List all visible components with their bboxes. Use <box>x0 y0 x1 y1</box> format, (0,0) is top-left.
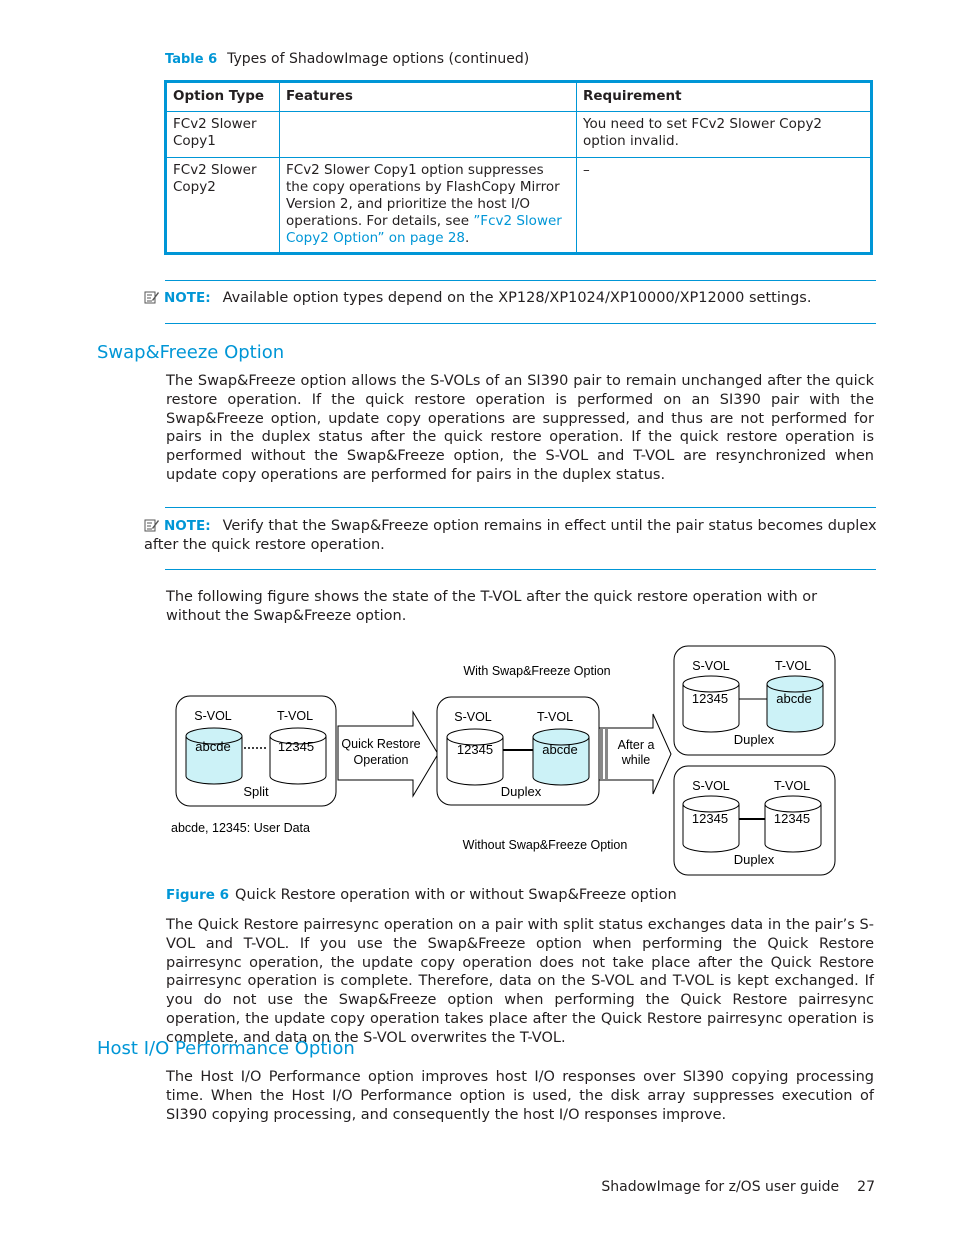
paragraph-swap-freeze: The Swap&Freeze option allows the S-VOLs… <box>166 373 874 483</box>
note-rule-top <box>165 280 876 281</box>
arrow1-line1: Quick Restore <box>341 737 420 751</box>
note-text: Verify that the Swap&Freeze option remai… <box>144 518 877 553</box>
arrow2-line2: while <box>621 753 651 767</box>
note-icon <box>144 518 160 532</box>
cell-requirement: – <box>576 157 872 254</box>
paragraph-quick-restore: The Quick Restore pairresync operation o… <box>166 917 874 1046</box>
split-box: S-VOL T-VOL abcde 12345 Split <box>175 695 337 807</box>
table-caption-label: Table 6 <box>165 52 218 67</box>
diagram-svg: S-VOL T-VOL abcde 12345 Split Quick Rest… <box>171 645 836 876</box>
tvol-data: 12345 <box>278 739 314 754</box>
note-label: NOTE: <box>164 290 211 306</box>
table-caption: Table 6 Types of ShadowImage options (con… <box>165 51 529 67</box>
note-label: NOTE: <box>164 518 211 534</box>
with-status: Duplex <box>734 732 775 747</box>
table-row: FCv2 Slower Copy1 You need to set FCv2 S… <box>165 111 872 158</box>
arrow1-line2: Operation <box>354 753 409 767</box>
note-verify-swap-freeze: NOTE: Verify that the Swap&Freeze option … <box>144 517 879 555</box>
duplex-box: S-VOL T-VOL 12345 abcde Duplex <box>436 696 600 806</box>
tvol-label: T-VOL <box>775 659 811 673</box>
tvol-data: abcde <box>776 691 811 706</box>
cell-requirement: You need to set FCv2 Slower Copy2 option… <box>576 111 872 158</box>
tvol-label: T-VOL <box>774 779 810 793</box>
user-data-legend: abcde, 12345: User Data <box>171 821 310 835</box>
tvol-cylinder-icon <box>269 727 327 785</box>
footer-title: ShadowImage for z/OS user guide <box>601 1179 840 1195</box>
svol-label: S-VOL <box>692 779 730 793</box>
heading-host-io-performance-option: Host I/O Performance Option <box>97 1038 355 1059</box>
tvol-label: T-VOL <box>537 710 573 724</box>
features-tail: . <box>465 230 470 246</box>
svol-data: abcde <box>195 739 230 754</box>
figure-caption-text: Quick Restore operation with or without … <box>235 887 677 903</box>
figure-caption-label: Figure 6 <box>166 887 230 903</box>
header-features: Features <box>279 81 577 112</box>
svol-cylinder-icon <box>185 727 243 785</box>
figure-quick-restore-diagram: S-VOL T-VOL abcde 12345 Split Quick Rest… <box>165 640 845 885</box>
quick-restore-arrow: Quick Restore Operation <box>337 710 439 798</box>
note-icon <box>144 290 160 304</box>
heading-swap-freeze-option: Swap&Freeze Option <box>97 342 285 363</box>
svol-cylinder-icon <box>446 728 504 786</box>
with-swap-freeze-box: S-VOL T-VOL 12345 abcde Duplex <box>673 645 836 756</box>
split-status: Split <box>243 784 269 799</box>
note-text: Available option types depend on the XP1… <box>222 290 812 306</box>
figure-caption: Figure 6 Quick Restore operation with or … <box>166 887 677 903</box>
tvol-data: 12345 <box>774 811 810 826</box>
options-table: Option Type Features Requirement FCv2 Sl… <box>164 80 873 255</box>
paragraph-host-io: The Host I/O Performance option improves… <box>166 1069 874 1123</box>
with-swap-freeze-label: With Swap&Freeze Option <box>463 664 610 678</box>
cell-features <box>279 111 577 158</box>
page-footer: ShadowImage for z/OS user guide 27 <box>601 1179 875 1195</box>
svol-label: S-VOL <box>454 710 492 724</box>
tvol-data: abcde <box>542 742 577 757</box>
note-rule-top <box>165 507 876 508</box>
after-a-while-arrow: After a while <box>598 713 672 795</box>
svol-label: S-VOL <box>194 709 232 723</box>
arrow2-line1: After a <box>618 738 655 752</box>
note-available-options: NOTE: Available option types depend on th… <box>144 289 879 308</box>
table-caption-text: Types of ShadowImage options (continued) <box>227 51 530 67</box>
note-rule-bottom <box>165 323 876 324</box>
without-swap-freeze-label: Without Swap&Freeze Option <box>463 838 628 852</box>
duplex-status: Duplex <box>501 784 542 799</box>
cell-option-type: FCv2 Slower Copy1 <box>165 111 280 158</box>
svol-data: 12345 <box>692 691 728 706</box>
cell-features: FCv2 Slower Copy1 option suppresses the … <box>279 157 577 254</box>
table-header-row: Option Type Features Requirement <box>165 81 872 112</box>
paragraph-figure-intro: The following figure shows the state of … <box>166 589 818 624</box>
header-requirement: Requirement <box>576 81 872 112</box>
svol-data: 12345 <box>692 811 728 826</box>
page-number: 27 <box>857 1179 875 1195</box>
tvol-cylinder-icon <box>532 728 590 786</box>
without-status: Duplex <box>734 852 775 867</box>
table-row: FCv2 Slower Copy2 FCv2 Slower Copy1 opti… <box>165 157 872 254</box>
header-option-type: Option Type <box>165 81 280 112</box>
svol-label: S-VOL <box>692 659 730 673</box>
note-rule-bottom <box>165 569 876 570</box>
without-swap-freeze-box: S-VOL T-VOL 12345 12345 Duplex <box>673 765 836 876</box>
tvol-label: T-VOL <box>277 709 313 723</box>
cell-option-type: FCv2 Slower Copy2 <box>165 157 280 254</box>
svol-data: 12345 <box>457 742 493 757</box>
